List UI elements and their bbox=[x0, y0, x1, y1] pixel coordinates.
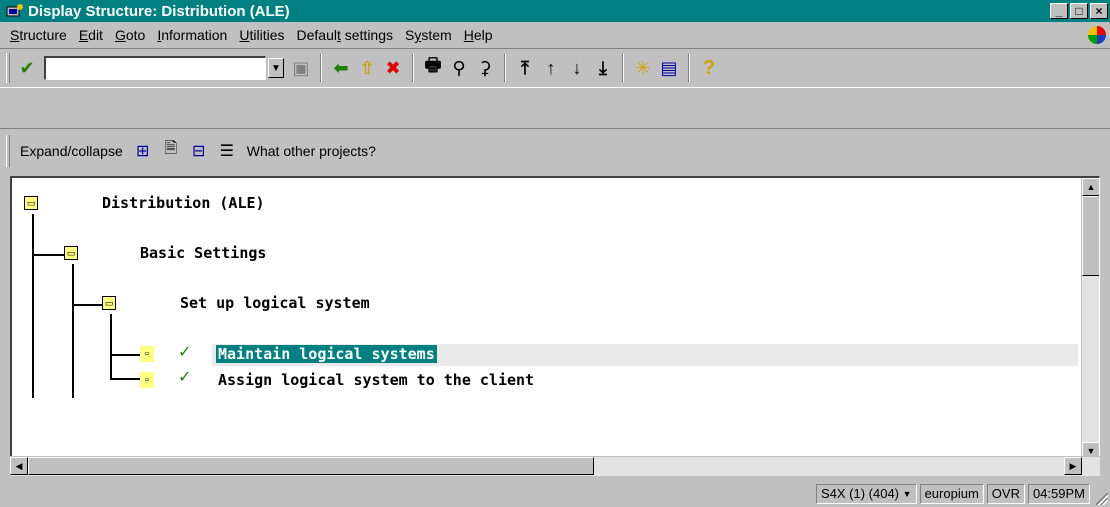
status-bar: S4X (1) (404) ▼ europium OVR 04:59PM bbox=[0, 480, 1110, 507]
tree-connector bbox=[110, 378, 142, 380]
standard-toolbar: ✔ ▼ ▣ ⬅ ⇧ ✖ 🖶 ⚲ ⚳ ⤒ ↑ ↓ ⤓ ✳ ▤ ? bbox=[0, 48, 1110, 88]
folder-node-icon[interactable]: ▭ bbox=[24, 196, 38, 210]
vertical-scroll-thumb[interactable] bbox=[1082, 196, 1099, 276]
tree-connector bbox=[72, 304, 106, 306]
find-icon[interactable]: ⚲ bbox=[446, 54, 472, 82]
toolbar-separator bbox=[622, 54, 624, 82]
last-page-icon[interactable]: ⤓ bbox=[590, 54, 616, 82]
vertical-scrollbar[interactable]: ▲ ▼ bbox=[1081, 178, 1099, 459]
first-page-icon[interactable]: ⤒ bbox=[512, 54, 538, 82]
menu-structure[interactable]: Structure bbox=[4, 27, 73, 43]
cancel-x-icon[interactable]: ✖ bbox=[380, 54, 406, 82]
scroll-left-icon[interactable]: ◀ bbox=[10, 457, 28, 475]
tree-node-assign-logical-system[interactable]: Assign logical system to the client bbox=[218, 371, 534, 389]
app-toolbar-grip bbox=[6, 134, 10, 167]
minimize-button[interactable]: _ bbox=[1050, 3, 1068, 19]
toolbar-separator bbox=[412, 54, 414, 82]
tree-connector bbox=[72, 264, 74, 398]
menu-edit[interactable]: Edit bbox=[73, 27, 109, 43]
back-arrow-icon[interactable]: ⬅ bbox=[328, 54, 354, 82]
expand-collapse-button[interactable]: Expand/collapse bbox=[14, 143, 129, 159]
tree-node-set-up-logical-system[interactable]: Set up logical system bbox=[180, 294, 370, 312]
menu-default-settings[interactable]: Default settings bbox=[291, 27, 400, 43]
status-server: europium bbox=[919, 483, 984, 504]
document-icon[interactable]: 🗎 bbox=[159, 139, 183, 163]
structure-icon[interactable]: ⊞ bbox=[131, 139, 155, 163]
horizontal-scroll-thumb[interactable] bbox=[28, 457, 594, 475]
next-page-icon[interactable]: ↓ bbox=[564, 54, 590, 82]
what-other-projects-button[interactable]: What other projects? bbox=[241, 143, 382, 159]
toolbar-separator bbox=[504, 54, 506, 82]
menu-bar: Structure Edit Goto Information Utilitie… bbox=[0, 22, 1110, 48]
structure-tree: ▭ Distribution (ALE) ▭ Basic Settings ▭ … bbox=[10, 176, 1100, 460]
title-bar: Display Structure: Distribution (ALE) _ … bbox=[0, 0, 1110, 22]
tree-node-maintain-logical-systems[interactable]: Maintain logical systems bbox=[216, 345, 437, 363]
menu-goto[interactable]: Goto bbox=[109, 27, 151, 43]
menu-system[interactable]: System bbox=[399, 27, 458, 43]
close-button[interactable]: × bbox=[1090, 3, 1108, 19]
tree-node-basic-settings[interactable]: Basic Settings bbox=[140, 244, 266, 262]
menu-help[interactable]: Help bbox=[458, 27, 499, 43]
tree-connector bbox=[110, 314, 112, 380]
application-toolbar: Expand/collapse ⊞ 🗎 ⊟ ☰ What other proje… bbox=[0, 128, 1110, 172]
status-system[interactable]: S4X (1) (404) ▼ bbox=[815, 483, 917, 504]
maximize-button[interactable]: □ bbox=[1070, 3, 1088, 19]
toolbar-separator bbox=[320, 54, 322, 82]
status-time: 04:59PM bbox=[1027, 483, 1090, 504]
tree-connector bbox=[32, 214, 34, 398]
sap-logo-icon bbox=[1088, 26, 1106, 44]
window-title: Display Structure: Distribution (ALE) bbox=[28, 2, 290, 20]
save-icon[interactable]: ▣ bbox=[288, 54, 314, 82]
system-dropdown-icon[interactable]: ▼ bbox=[903, 489, 912, 499]
list-icon[interactable]: ☰ bbox=[215, 139, 239, 163]
status-system-label: S4X (1) (404) bbox=[820, 486, 900, 501]
menu-utilities[interactable]: Utilities bbox=[233, 27, 290, 43]
scroll-right-icon[interactable]: ▶ bbox=[1064, 457, 1082, 475]
toolbar-grip bbox=[6, 53, 10, 83]
find-next-icon[interactable]: ⚳ bbox=[472, 54, 498, 82]
hierarchy-icon[interactable]: ⊟ bbox=[187, 139, 211, 163]
menu-information[interactable]: Information bbox=[151, 27, 233, 43]
document-node-icon[interactable]: ▫ bbox=[140, 372, 154, 388]
command-dropdown-icon[interactable]: ▼ bbox=[268, 58, 284, 78]
tree-connector bbox=[32, 254, 68, 256]
execute-clock-icon[interactable]: ✓ bbox=[178, 344, 198, 362]
folder-node-icon[interactable]: ▭ bbox=[102, 296, 116, 310]
scroll-up-icon[interactable]: ▲ bbox=[1082, 178, 1099, 196]
sap-window-icon[interactable] bbox=[6, 3, 24, 19]
create-session-icon[interactable]: ✳ bbox=[630, 54, 656, 82]
resize-grip-icon[interactable] bbox=[1096, 493, 1108, 505]
execute-clock-icon[interactable]: ✓ bbox=[178, 369, 198, 387]
tree-node-root[interactable]: Distribution (ALE) bbox=[102, 194, 265, 212]
tree-connector bbox=[110, 354, 142, 356]
horizontal-scrollbar[interactable]: ◀ ▶ bbox=[10, 456, 1100, 476]
status-mode: OVR bbox=[986, 483, 1025, 504]
document-node-icon[interactable]: ▫ bbox=[140, 346, 154, 362]
print-icon[interactable]: 🖶 bbox=[420, 54, 446, 82]
exit-up-arrow-icon[interactable]: ⇧ bbox=[354, 54, 380, 82]
command-field[interactable] bbox=[44, 56, 266, 80]
folder-node-icon[interactable]: ▭ bbox=[64, 246, 78, 260]
previous-page-icon[interactable]: ↑ bbox=[538, 54, 564, 82]
help-question-icon[interactable]: ? bbox=[696, 54, 722, 82]
shortcut-icon[interactable]: ▤ bbox=[656, 54, 682, 82]
toolbar-separator bbox=[688, 54, 690, 82]
enter-checkmark-icon[interactable]: ✔ bbox=[14, 54, 40, 82]
